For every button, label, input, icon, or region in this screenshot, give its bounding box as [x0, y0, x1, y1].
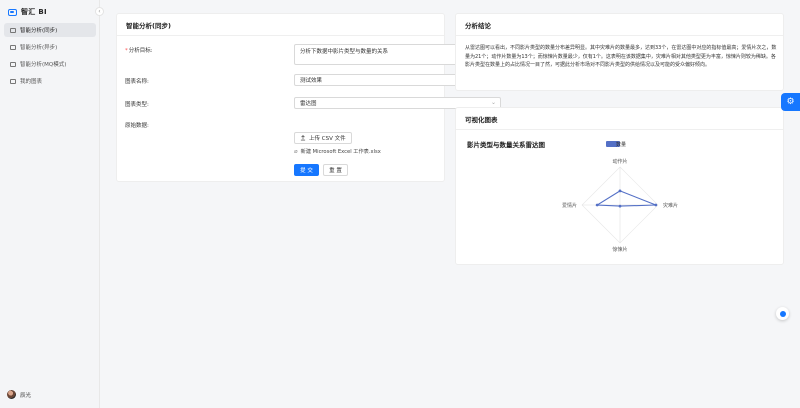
document-icon [10, 78, 16, 84]
reset-button[interactable]: 重 置 [323, 164, 348, 176]
collapse-sidebar-button[interactable]: ‹ [95, 7, 104, 16]
chart-type-label: 图表类型: [125, 102, 149, 108]
analysis-form-card: 智能分析(同步) *分析目标: 分析下数据中影片类型与数量的关系 图表名称: 测… [116, 13, 501, 182]
radar-data-point [618, 189, 622, 193]
bar-chart-icon [10, 27, 16, 33]
upload-csv-button[interactable]: 上传 CSV 文件 [294, 132, 352, 144]
sidebar-item-label: 智能分析(同步) [20, 28, 58, 34]
upload-label: 上传 CSV 文件 [309, 136, 346, 142]
chat-icon [779, 310, 786, 317]
legend-label: 数量 [616, 141, 626, 148]
logo-icon [8, 8, 17, 16]
help-button[interactable] [776, 307, 789, 320]
goal-label: *分析目标: [125, 48, 153, 54]
avatar [7, 390, 16, 399]
brand[interactable]: 智汇 BI [8, 6, 47, 18]
raw-data-label: 原始数据: [125, 123, 149, 129]
sidebar-item-label: 我的图表 [20, 79, 43, 85]
bar-chart-icon [10, 44, 16, 50]
paperclip-icon: ⌀ [294, 148, 298, 155]
conclusion-title: 分析结论 [456, 14, 783, 36]
chevron-left-icon: ‹ [98, 8, 101, 15]
conclusion-text: 从雷达图可以看出，不同影片类型的数量分布差异明显。其中灾难片的数量最多，达到33… [465, 45, 777, 68]
gear-icon: ⚙ [786, 97, 795, 107]
radar-indicator-label: 爱情片 [562, 202, 577, 209]
conclusion-card: 分析结论 从雷达图可以看出，不同影片类型的数量分布差异明显。其中灾难片的数量最多… [455, 13, 784, 91]
sidebar-item-label: 智能分析(MQ模式) [20, 62, 67, 68]
settings-button[interactable]: ⚙ [781, 93, 800, 111]
chart-card: 可视化图表 影片类型与数量关系雷达图 动作片 灾难片 惊悚片 爱情片 数量 [455, 107, 784, 265]
radar-data-point [618, 204, 622, 208]
uploaded-file[interactable]: ⌀ 新建 Microsoft Excel 工作表.xlsx [294, 148, 381, 155]
radar-indicator-label: 动作片 [612, 158, 627, 165]
radar-chart: 动作片灾难片惊悚片 爱情片 数量 [562, 141, 678, 253]
chart-section-title: 可视化图表 [456, 108, 783, 130]
sidebar-item-label: 智能分析(异步) [20, 45, 58, 51]
radar-indicator-label: 灾难片 [663, 202, 678, 209]
user-profile[interactable]: 辰光 [7, 390, 31, 399]
sidebar-item-my-charts[interactable]: 我的图表 [4, 74, 96, 88]
chart-type-value: 雷达图 [300, 101, 317, 107]
required-marker: * [125, 48, 128, 54]
radar-data-point [595, 203, 599, 207]
user-name: 辰光 [20, 392, 32, 399]
sidebar-item-sync-analysis[interactable]: 智能分析(同步) [4, 23, 96, 37]
chevron-down-icon: ⌄ [490, 99, 496, 106]
chart-box-icon [10, 61, 16, 67]
radar-indicator-label: 惊悚片 [612, 246, 627, 253]
submit-button[interactable]: 提 交 [294, 164, 319, 176]
app-name: 智汇 BI [21, 8, 47, 16]
sidebar-item-mq-analysis[interactable]: 智能分析(MQ模式) [4, 57, 96, 71]
file-name: 新建 Microsoft Excel 工作表.xlsx [300, 149, 381, 155]
upload-icon [300, 135, 306, 141]
sidebar-menu: 智能分析(同步) 智能分析(异步) 智能分析(MQ模式) 我的图表 [4, 23, 96, 91]
form-title: 智能分析(同步) [117, 14, 444, 36]
chart-name-label: 图表名称: [125, 79, 149, 85]
sidebar-item-async-analysis[interactable]: 智能分析(异步) [4, 40, 96, 54]
sidebar: 智汇 BI 智能分析(同步) 智能分析(异步) 智能分析(MQ模式) 我的图表 … [0, 0, 100, 408]
radar-data-point [654, 203, 658, 207]
